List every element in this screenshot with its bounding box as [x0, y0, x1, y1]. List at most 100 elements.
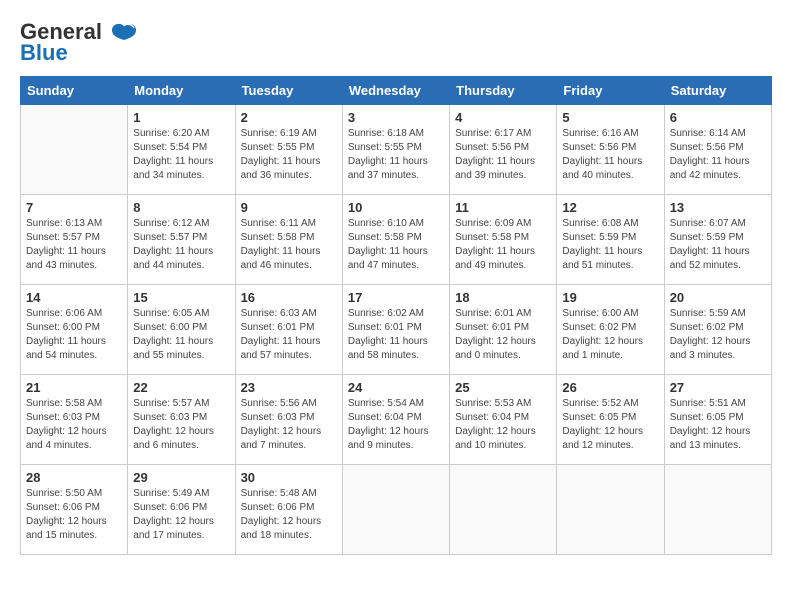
day-info: Sunrise: 6:16 AMSunset: 5:56 PMDaylight:… [562, 127, 658, 183]
calendar-cell: 20 Sunrise: 5:59 AMSunset: 6:02 PMDayligh… [664, 285, 771, 375]
day-number: 1 [133, 110, 229, 125]
calendar-cell [21, 105, 128, 195]
day-number: 16 [241, 290, 337, 305]
day-info: Sunrise: 5:52 AMSunset: 6:05 PMDaylight:… [562, 397, 658, 453]
day-info: Sunrise: 6:12 AMSunset: 5:57 PMDaylight:… [133, 217, 229, 273]
day-number: 5 [562, 110, 658, 125]
calendar-cell: 11Sunrise: 6:09 AMSunset: 5:58 PMDayligh… [450, 195, 557, 285]
calendar-cell: 25 Sunrise: 5:53 AMSunset: 6:04 PMDayligh… [450, 375, 557, 465]
logo-blue-text: Blue [20, 40, 68, 66]
day-number: 10 [348, 200, 444, 215]
day-info: Sunrise: 5:58 AMSunset: 6:03 PMDaylight:… [26, 397, 122, 453]
day-number: 14 [26, 290, 122, 305]
day-info: Sunrise: 5:59 AMSunset: 6:02 PMDaylight:… [670, 307, 766, 363]
day-info: Sunrise: 5:56 AMSunset: 6:03 PMDaylight:… [241, 397, 337, 453]
week-row-1: 1 Sunrise: 6:20 AMSunset: 5:54 PMDaylight… [21, 105, 772, 195]
calendar-cell: 9 Sunrise: 6:11 AMSunset: 5:58 PMDaylight… [235, 195, 342, 285]
day-info: Sunrise: 6:03 AMSunset: 6:01 PMDaylight:… [241, 307, 337, 363]
calendar-cell: 19Sunrise: 6:00 AMSunset: 6:02 PMDayligh… [557, 285, 664, 375]
week-row-3: 14 Sunrise: 6:06 AMSunset: 6:00 PMDayligh… [21, 285, 772, 375]
day-number: 2 [241, 110, 337, 125]
day-info: Sunrise: 5:53 AMSunset: 6:04 PMDaylight:… [455, 397, 551, 453]
day-number: 7 [26, 200, 122, 215]
day-number: 23 [241, 380, 337, 395]
day-number: 24 [348, 380, 444, 395]
day-info: Sunrise: 6:18 AMSunset: 5:55 PMDaylight:… [348, 127, 444, 183]
calendar-cell: 2Sunrise: 6:19 AMSunset: 5:55 PMDaylight… [235, 105, 342, 195]
calendar-cell: 27Sunrise: 5:51 AMSunset: 6:05 PMDayligh… [664, 375, 771, 465]
day-number: 26 [562, 380, 658, 395]
day-info: Sunrise: 6:08 AMSunset: 5:59 PMDaylight:… [562, 217, 658, 273]
calendar-cell: 30 Sunrise: 5:48 AMSunset: 6:06 PMDayligh… [235, 465, 342, 555]
week-row-5: 28 Sunrise: 5:50 AMSunset: 6:06 PMDayligh… [21, 465, 772, 555]
calendar-cell [342, 465, 449, 555]
weekday-header-monday: Monday [128, 77, 235, 105]
day-info: Sunrise: 6:17 AMSunset: 5:56 PMDaylight:… [455, 127, 551, 183]
day-info: Sunrise: 5:50 AMSunset: 6:06 PMDaylight:… [26, 487, 122, 543]
day-number: 9 [241, 200, 337, 215]
calendar-cell: 13 Sunrise: 6:07 AMSunset: 5:59 PMDayligh… [664, 195, 771, 285]
weekday-header-friday: Friday [557, 77, 664, 105]
day-info: Sunrise: 6:11 AMSunset: 5:58 PMDaylight:… [241, 217, 337, 273]
calendar-cell: 22 Sunrise: 5:57 AMSunset: 6:03 PMDayligh… [128, 375, 235, 465]
calendar-cell: 7 Sunrise: 6:13 AMSunset: 5:57 PMDaylight… [21, 195, 128, 285]
week-row-4: 21 Sunrise: 5:58 AMSunset: 6:03 PMDayligh… [21, 375, 772, 465]
calendar-table: SundayMondayTuesdayWednesdayThursdayFrid… [20, 76, 772, 555]
day-number: 29 [133, 470, 229, 485]
calendar-cell [450, 465, 557, 555]
day-info: Sunrise: 6:07 AMSunset: 5:59 PMDaylight:… [670, 217, 766, 273]
day-number: 21 [26, 380, 122, 395]
weekday-header-thursday: Thursday [450, 77, 557, 105]
day-number: 25 [455, 380, 551, 395]
day-number: 18 [455, 290, 551, 305]
calendar-cell: 16 Sunrise: 6:03 AMSunset: 6:01 PMDayligh… [235, 285, 342, 375]
calendar-cell: 4 Sunrise: 6:17 AMSunset: 5:56 PMDaylight… [450, 105, 557, 195]
day-info: Sunrise: 6:14 AMSunset: 5:56 PMDaylight:… [670, 127, 766, 183]
day-info: Sunrise: 6:13 AMSunset: 5:57 PMDaylight:… [26, 217, 122, 273]
calendar-cell: 15Sunrise: 6:05 AMSunset: 6:00 PMDayligh… [128, 285, 235, 375]
calendar-cell: 6 Sunrise: 6:14 AMSunset: 5:56 PMDaylight… [664, 105, 771, 195]
day-number: 28 [26, 470, 122, 485]
day-info: Sunrise: 5:49 AMSunset: 6:06 PMDaylight:… [133, 487, 229, 543]
page-header: General Blue [20, 20, 772, 66]
logo-bird-icon [110, 22, 138, 44]
calendar-cell: 29 Sunrise: 5:49 AMSunset: 6:06 PMDayligh… [128, 465, 235, 555]
day-number: 8 [133, 200, 229, 215]
day-number: 30 [241, 470, 337, 485]
day-info: Sunrise: 5:48 AMSunset: 6:06 PMDaylight:… [241, 487, 337, 543]
calendar-cell: 1 Sunrise: 6:20 AMSunset: 5:54 PMDaylight… [128, 105, 235, 195]
calendar-cell: 26 Sunrise: 5:52 AMSunset: 6:05 PMDayligh… [557, 375, 664, 465]
calendar-cell: 28 Sunrise: 5:50 AMSunset: 6:06 PMDayligh… [21, 465, 128, 555]
weekday-header-row: SundayMondayTuesdayWednesdayThursdayFrid… [21, 77, 772, 105]
day-number: 15 [133, 290, 229, 305]
day-number: 20 [670, 290, 766, 305]
calendar-cell: 5 Sunrise: 6:16 AMSunset: 5:56 PMDaylight… [557, 105, 664, 195]
calendar-cell: 17 Sunrise: 6:02 AMSunset: 6:01 PMDayligh… [342, 285, 449, 375]
day-info: Sunrise: 5:54 AMSunset: 6:04 PMDaylight:… [348, 397, 444, 453]
day-number: 6 [670, 110, 766, 125]
day-info: Sunrise: 5:57 AMSunset: 6:03 PMDaylight:… [133, 397, 229, 453]
day-number: 11 [455, 200, 551, 215]
weekday-header-sunday: Sunday [21, 77, 128, 105]
calendar-cell: 10 Sunrise: 6:10 AMSunset: 5:58 PMDayligh… [342, 195, 449, 285]
day-info: Sunrise: 6:00 AMSunset: 6:02 PMDaylight:… [562, 307, 658, 363]
day-number: 22 [133, 380, 229, 395]
weekday-header-wednesday: Wednesday [342, 77, 449, 105]
day-number: 17 [348, 290, 444, 305]
calendar-cell: 8 Sunrise: 6:12 AMSunset: 5:57 PMDaylight… [128, 195, 235, 285]
day-info: Sunrise: 6:02 AMSunset: 6:01 PMDaylight:… [348, 307, 444, 363]
day-number: 13 [670, 200, 766, 215]
calendar-cell [664, 465, 771, 555]
day-number: 4 [455, 110, 551, 125]
day-number: 27 [670, 380, 766, 395]
weekday-header-saturday: Saturday [664, 77, 771, 105]
day-number: 3 [348, 110, 444, 125]
day-number: 12 [562, 200, 658, 215]
logo: General Blue [20, 20, 138, 66]
calendar-cell: 14 Sunrise: 6:06 AMSunset: 6:00 PMDayligh… [21, 285, 128, 375]
calendar-cell: 18Sunrise: 6:01 AMSunset: 6:01 PMDayligh… [450, 285, 557, 375]
day-info: Sunrise: 6:10 AMSunset: 5:58 PMDaylight:… [348, 217, 444, 273]
calendar-cell: 23 Sunrise: 5:56 AMSunset: 6:03 PMDayligh… [235, 375, 342, 465]
day-info: Sunrise: 6:06 AMSunset: 6:00 PMDaylight:… [26, 307, 122, 363]
day-info: Sunrise: 6:20 AMSunset: 5:54 PMDaylight:… [133, 127, 229, 183]
